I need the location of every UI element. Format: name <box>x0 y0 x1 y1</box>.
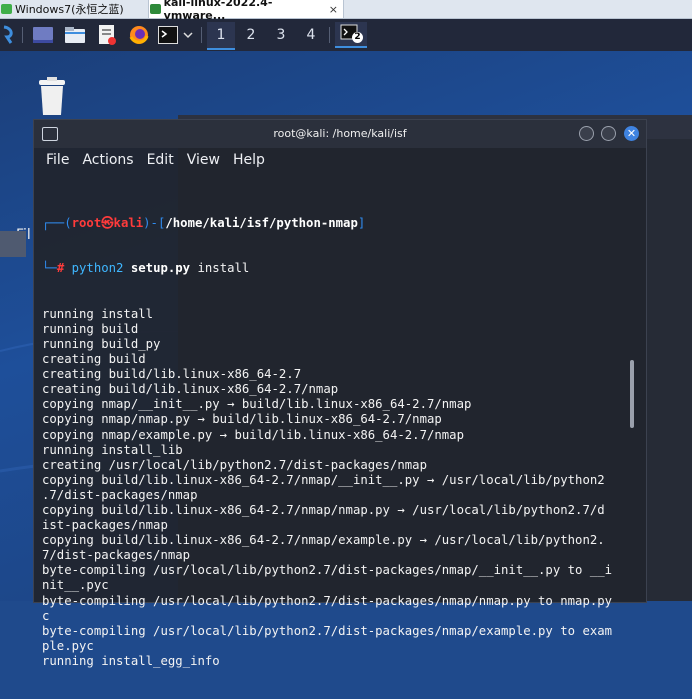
output-line: running install_lib <box>42 442 183 457</box>
output-line: copying build/lib.linux-x86_64-2.7/nmap/… <box>42 502 605 517</box>
menu-edit[interactable]: Edit <box>147 152 174 168</box>
terminal-window[interactable]: root@kali: /home/kali/isf ✕ File Actions… <box>33 119 647 668</box>
output-line: .7/dist-packages/nmap <box>42 487 198 502</box>
output-line: byte-compiling /usr/local/lib/python2.7/… <box>42 593 613 608</box>
workspace-2[interactable]: 2 <box>237 22 265 48</box>
prompt-frame: ] <box>357 216 366 231</box>
menu-actions[interactable]: Actions <box>82 152 133 168</box>
prompt-hash: # <box>56 261 65 276</box>
scrollbar[interactable] <box>630 360 634 428</box>
workspace-4[interactable]: 4 <box>297 22 325 48</box>
firefox-icon[interactable] <box>126 22 152 48</box>
prompt-line-2: └─# python2 setup.py install <box>42 261 634 276</box>
menu-bar: File Actions Edit View Help <box>34 148 646 172</box>
vm-icon <box>1 4 12 14</box>
close-icon[interactable]: × <box>329 3 338 16</box>
maximize-button[interactable] <box>601 126 616 141</box>
output-line: c <box>42 608 50 623</box>
terminal-icon[interactable] <box>156 22 180 48</box>
output-line: 7/dist-packages/nmap <box>42 548 191 563</box>
kali-menu-icon[interactable] <box>0 22 18 48</box>
output-line: creating /usr/local/lib/python2.7/dist-p… <box>42 457 427 472</box>
output-line: creating build/lib.linux-x86_64-2.7/nmap <box>42 382 339 397</box>
output-line: nit__.pyc <box>42 578 109 593</box>
desktop-icon[interactable] <box>30 22 56 48</box>
menu-help[interactable]: Help <box>233 152 265 168</box>
output-line: running install <box>42 306 154 321</box>
terminal-output[interactable]: ┌──(root㉿kali)-[/home/kali/isf/python-nm… <box>42 186 634 699</box>
terminal-badge-icon[interactable]: 2 <box>335 22 367 48</box>
workspace-3[interactable]: 3 <box>267 22 295 48</box>
prompt-frame: )-[ <box>143 216 166 231</box>
prompt-cwd: /home/kali/isf/python-nmap <box>165 216 358 231</box>
vm-tab-kali[interactable]: kali-linux-2022.4-vmware... × <box>148 0 344 22</box>
vmware-tab-bar: Windows7(永恒之蓝) kali-linux-2022.4-vmware.… <box>0 0 692 22</box>
menu-file[interactable]: File <box>46 152 69 168</box>
command-arg: setup.py <box>130 261 191 276</box>
output-lines: running install running build running buil… <box>42 307 634 669</box>
output-line: ist-packages/nmap <box>42 518 168 533</box>
output-line: byte-compiling /usr/local/lib/python2.7/… <box>42 563 613 578</box>
panel-separator <box>201 27 202 43</box>
output-line: creating build/lib.linux-x86_64-2.7 <box>42 367 302 382</box>
output-line: creating build <box>42 352 146 367</box>
workspace-1[interactable]: 1 <box>207 22 235 50</box>
output-line: copying nmap/example.py → build/lib.linu… <box>42 427 464 442</box>
output-line: running build_py <box>42 336 161 351</box>
output-line: running build <box>42 321 139 336</box>
output-line: ple.pyc <box>42 638 94 653</box>
prompt-frame: └─ <box>42 261 57 276</box>
panel-separator <box>329 27 330 43</box>
window-count-badge: 2 <box>352 32 363 43</box>
vm-tab-windows7[interactable]: Windows7(永恒之蓝) <box>0 0 146 18</box>
output-line: copying nmap/__init__.py → build/lib.lin… <box>42 397 472 412</box>
terminal-titlebar: root@kali: /home/kali/isf ✕ <box>34 120 646 148</box>
command-name: python2 <box>71 261 124 276</box>
prompt-frame: ┌──( <box>42 216 72 231</box>
text-editor-icon[interactable] <box>94 22 120 48</box>
menu-view[interactable]: View <box>187 152 220 168</box>
prompt-user: root㉿kali <box>71 216 144 231</box>
window-title: root@kali: /home/kali/isf <box>273 127 407 140</box>
minimize-button[interactable] <box>579 126 594 141</box>
prompt-line-1: ┌──(root㉿kali)-[/home/kali/isf/python-nm… <box>42 216 634 231</box>
chevron-down-icon[interactable] <box>180 22 196 48</box>
output-line: copying build/lib.linux-x86_64-2.7/nmap/… <box>42 533 605 548</box>
command-arg: install <box>197 261 250 276</box>
panel-separator <box>22 27 23 43</box>
output-line: copying build/lib.linux-x86_64-2.7/nmap/… <box>42 472 605 487</box>
vm-icon <box>150 4 161 14</box>
kali-top-panel: 1 2 3 4 2 <box>0 19 692 51</box>
close-button[interactable]: ✕ <box>624 126 639 141</box>
vm-tab-label: Windows7(永恒之蓝) <box>15 3 124 16</box>
output-line: copying nmap/nmap.py → build/lib.linux-x… <box>42 412 442 427</box>
output-line: running install_egg_info <box>42 653 220 668</box>
output-line: byte-compiling /usr/local/lib/python2.7/… <box>42 623 613 638</box>
file-manager-icon[interactable] <box>62 22 88 48</box>
